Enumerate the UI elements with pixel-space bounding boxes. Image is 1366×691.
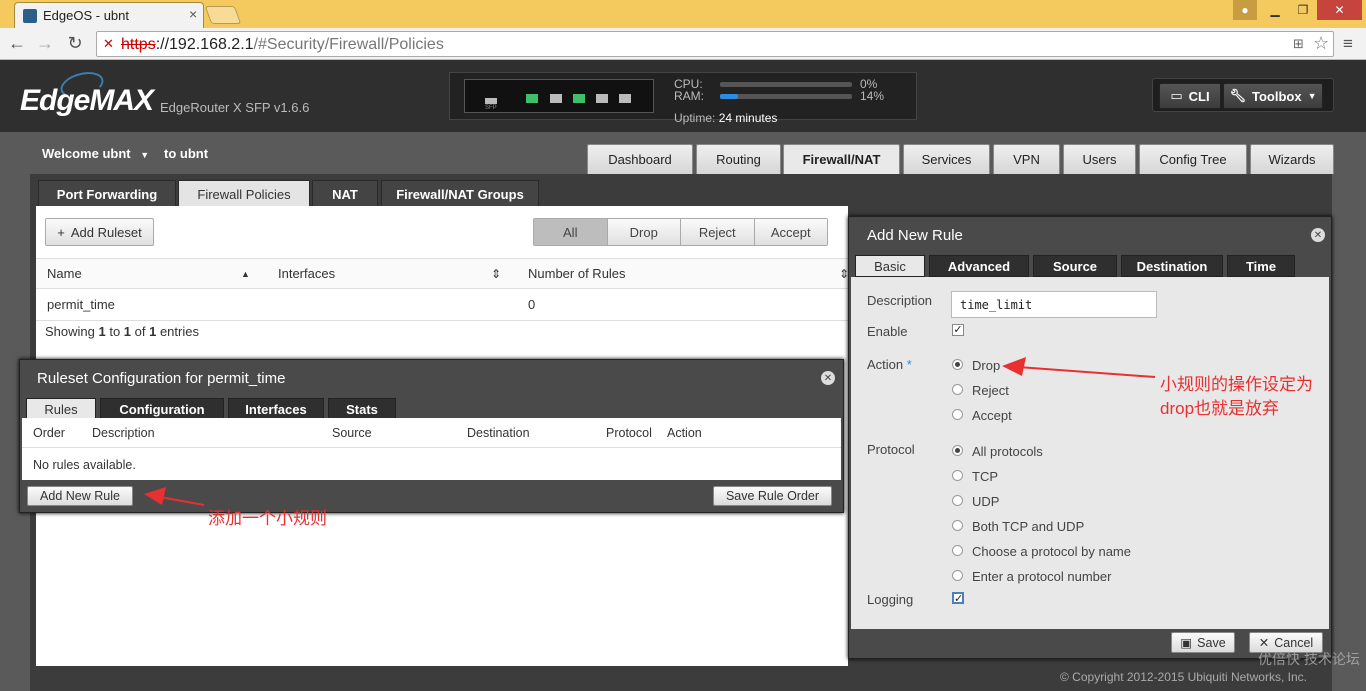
action-arrow [1002, 357, 1156, 378]
annotation-action-line2: drop也就是放弃 [1160, 399, 1280, 418]
annotation-add-rule: 添加一个小规则 [208, 509, 327, 528]
watermark: 优倍快 技术论坛 [1258, 651, 1360, 667]
copyright: © Copyright 2012-2015 Ubiquiti Networks,… [1060, 670, 1307, 684]
annotation-action-line1: 小规则的操作设定为 [1160, 375, 1313, 394]
annotation-arrows [144, 357, 1156, 506]
add-rule-arrow [144, 487, 205, 506]
